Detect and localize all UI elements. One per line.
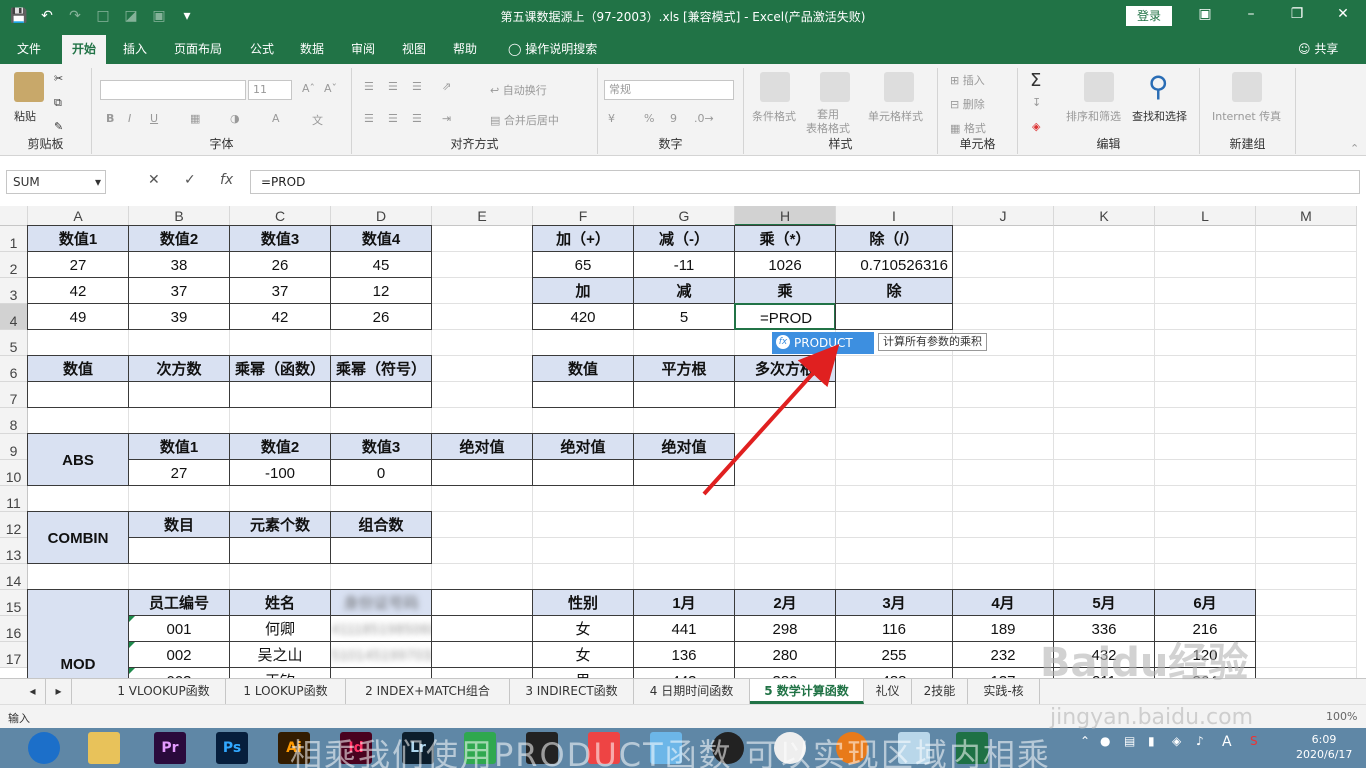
arrow-line	[702, 344, 840, 496]
tray-network-icon[interactable]: ▤	[1124, 734, 1135, 748]
video-caption: 相乘我们使用PRODUCT函数 可以实现区域内相乘	[290, 736, 1051, 774]
baidu-watermark: Baidu经验	[1040, 640, 1249, 686]
baidu-watermark-url: jingyan.baidu.com	[1050, 705, 1254, 730]
clock-time: 6:09	[1311, 733, 1337, 746]
tray-qq-icon[interactable]: ●	[1100, 734, 1110, 748]
ime-indicator[interactable]: A	[1222, 734, 1232, 750]
sheet-tab-indirect[interactable]: 3 INDIRECT函数	[510, 679, 634, 704]
status-mode: 输入	[8, 712, 30, 725]
taskbar-clock[interactable]: 6:09 2020/6/17	[1296, 732, 1352, 762]
tray-battery-icon[interactable]: ▮	[1148, 734, 1155, 748]
tray-chevron-icon[interactable]: ⌃	[1080, 734, 1090, 748]
tray-wifi-icon[interactable]: ◈	[1172, 734, 1181, 748]
tray-volume-icon[interactable]: ♪	[1196, 734, 1204, 748]
sheet-tab-datetime[interactable]: 4 日期时间函数	[634, 679, 750, 704]
file-explorer-icon[interactable]	[88, 732, 120, 764]
zoom-level[interactable]: 100%	[1326, 710, 1357, 723]
sheet-tab-lookup[interactable]: 1 LOOKUP函数	[226, 679, 346, 704]
next-sheet-button[interactable]: ▸	[46, 679, 72, 704]
sheet-tab-vlookup[interactable]: 1 VLOOKUP函数	[102, 679, 226, 704]
sheet-tab-practice[interactable]: 实践-核	[968, 679, 1040, 704]
premiere-icon[interactable]: Pr	[154, 732, 186, 764]
tray-sogou-icon[interactable]: S	[1250, 734, 1258, 748]
start-browser-icon[interactable]	[28, 732, 60, 764]
sheet-tab-math[interactable]: 5 数学计算函数	[750, 679, 864, 704]
sheet-tab-skills[interactable]: 2技能	[912, 679, 968, 704]
sheet-tab-etiquette[interactable]: 礼仪	[864, 679, 912, 704]
photoshop-icon[interactable]: Ps	[216, 732, 248, 764]
sheet-tab-index-match[interactable]: 2 INDEX+MATCH组合	[346, 679, 510, 704]
clock-date: 2020/6/17	[1296, 748, 1353, 761]
prev-sheet-button[interactable]: ◂	[20, 679, 46, 704]
